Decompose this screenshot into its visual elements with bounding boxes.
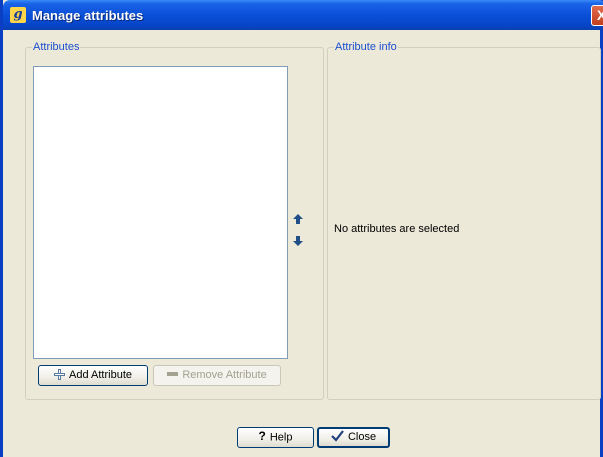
help-button[interactable]: ? Help	[237, 427, 314, 448]
add-attribute-label: Add Attribute	[69, 369, 132, 381]
plus-icon	[54, 368, 65, 380]
title-bar[interactable]: g Manage attributes X	[3, 0, 603, 30]
close-label: Close	[347, 431, 377, 443]
attributes-group-label: Attributes	[32, 41, 81, 53]
remove-attribute-button[interactable]: Remove Attribute	[153, 365, 281, 386]
arrow-down-icon[interactable]	[293, 236, 303, 246]
question-mark-icon: ?	[258, 429, 266, 443]
remove-attribute-label: Remove Attribute	[182, 369, 267, 381]
window-close-button[interactable]: X	[591, 5, 603, 26]
dialog-body: Attributes Attribute info Add Attribute …	[3, 30, 601, 457]
close-button[interactable]: Close	[317, 427, 390, 448]
no-selection-message: No attributes are selected	[334, 223, 460, 235]
attribute-info-group-label: Attribute info	[334, 41, 398, 53]
arrow-up-icon[interactable]	[293, 214, 303, 224]
help-label: Help	[269, 431, 293, 444]
window-title: Manage attributes	[32, 8, 144, 23]
app-icon: g	[10, 7, 26, 23]
attributes-list[interactable]	[33, 66, 288, 359]
minus-icon	[167, 372, 179, 377]
add-attribute-button[interactable]: Add Attribute	[38, 365, 148, 386]
checkmark-icon	[331, 430, 344, 442]
